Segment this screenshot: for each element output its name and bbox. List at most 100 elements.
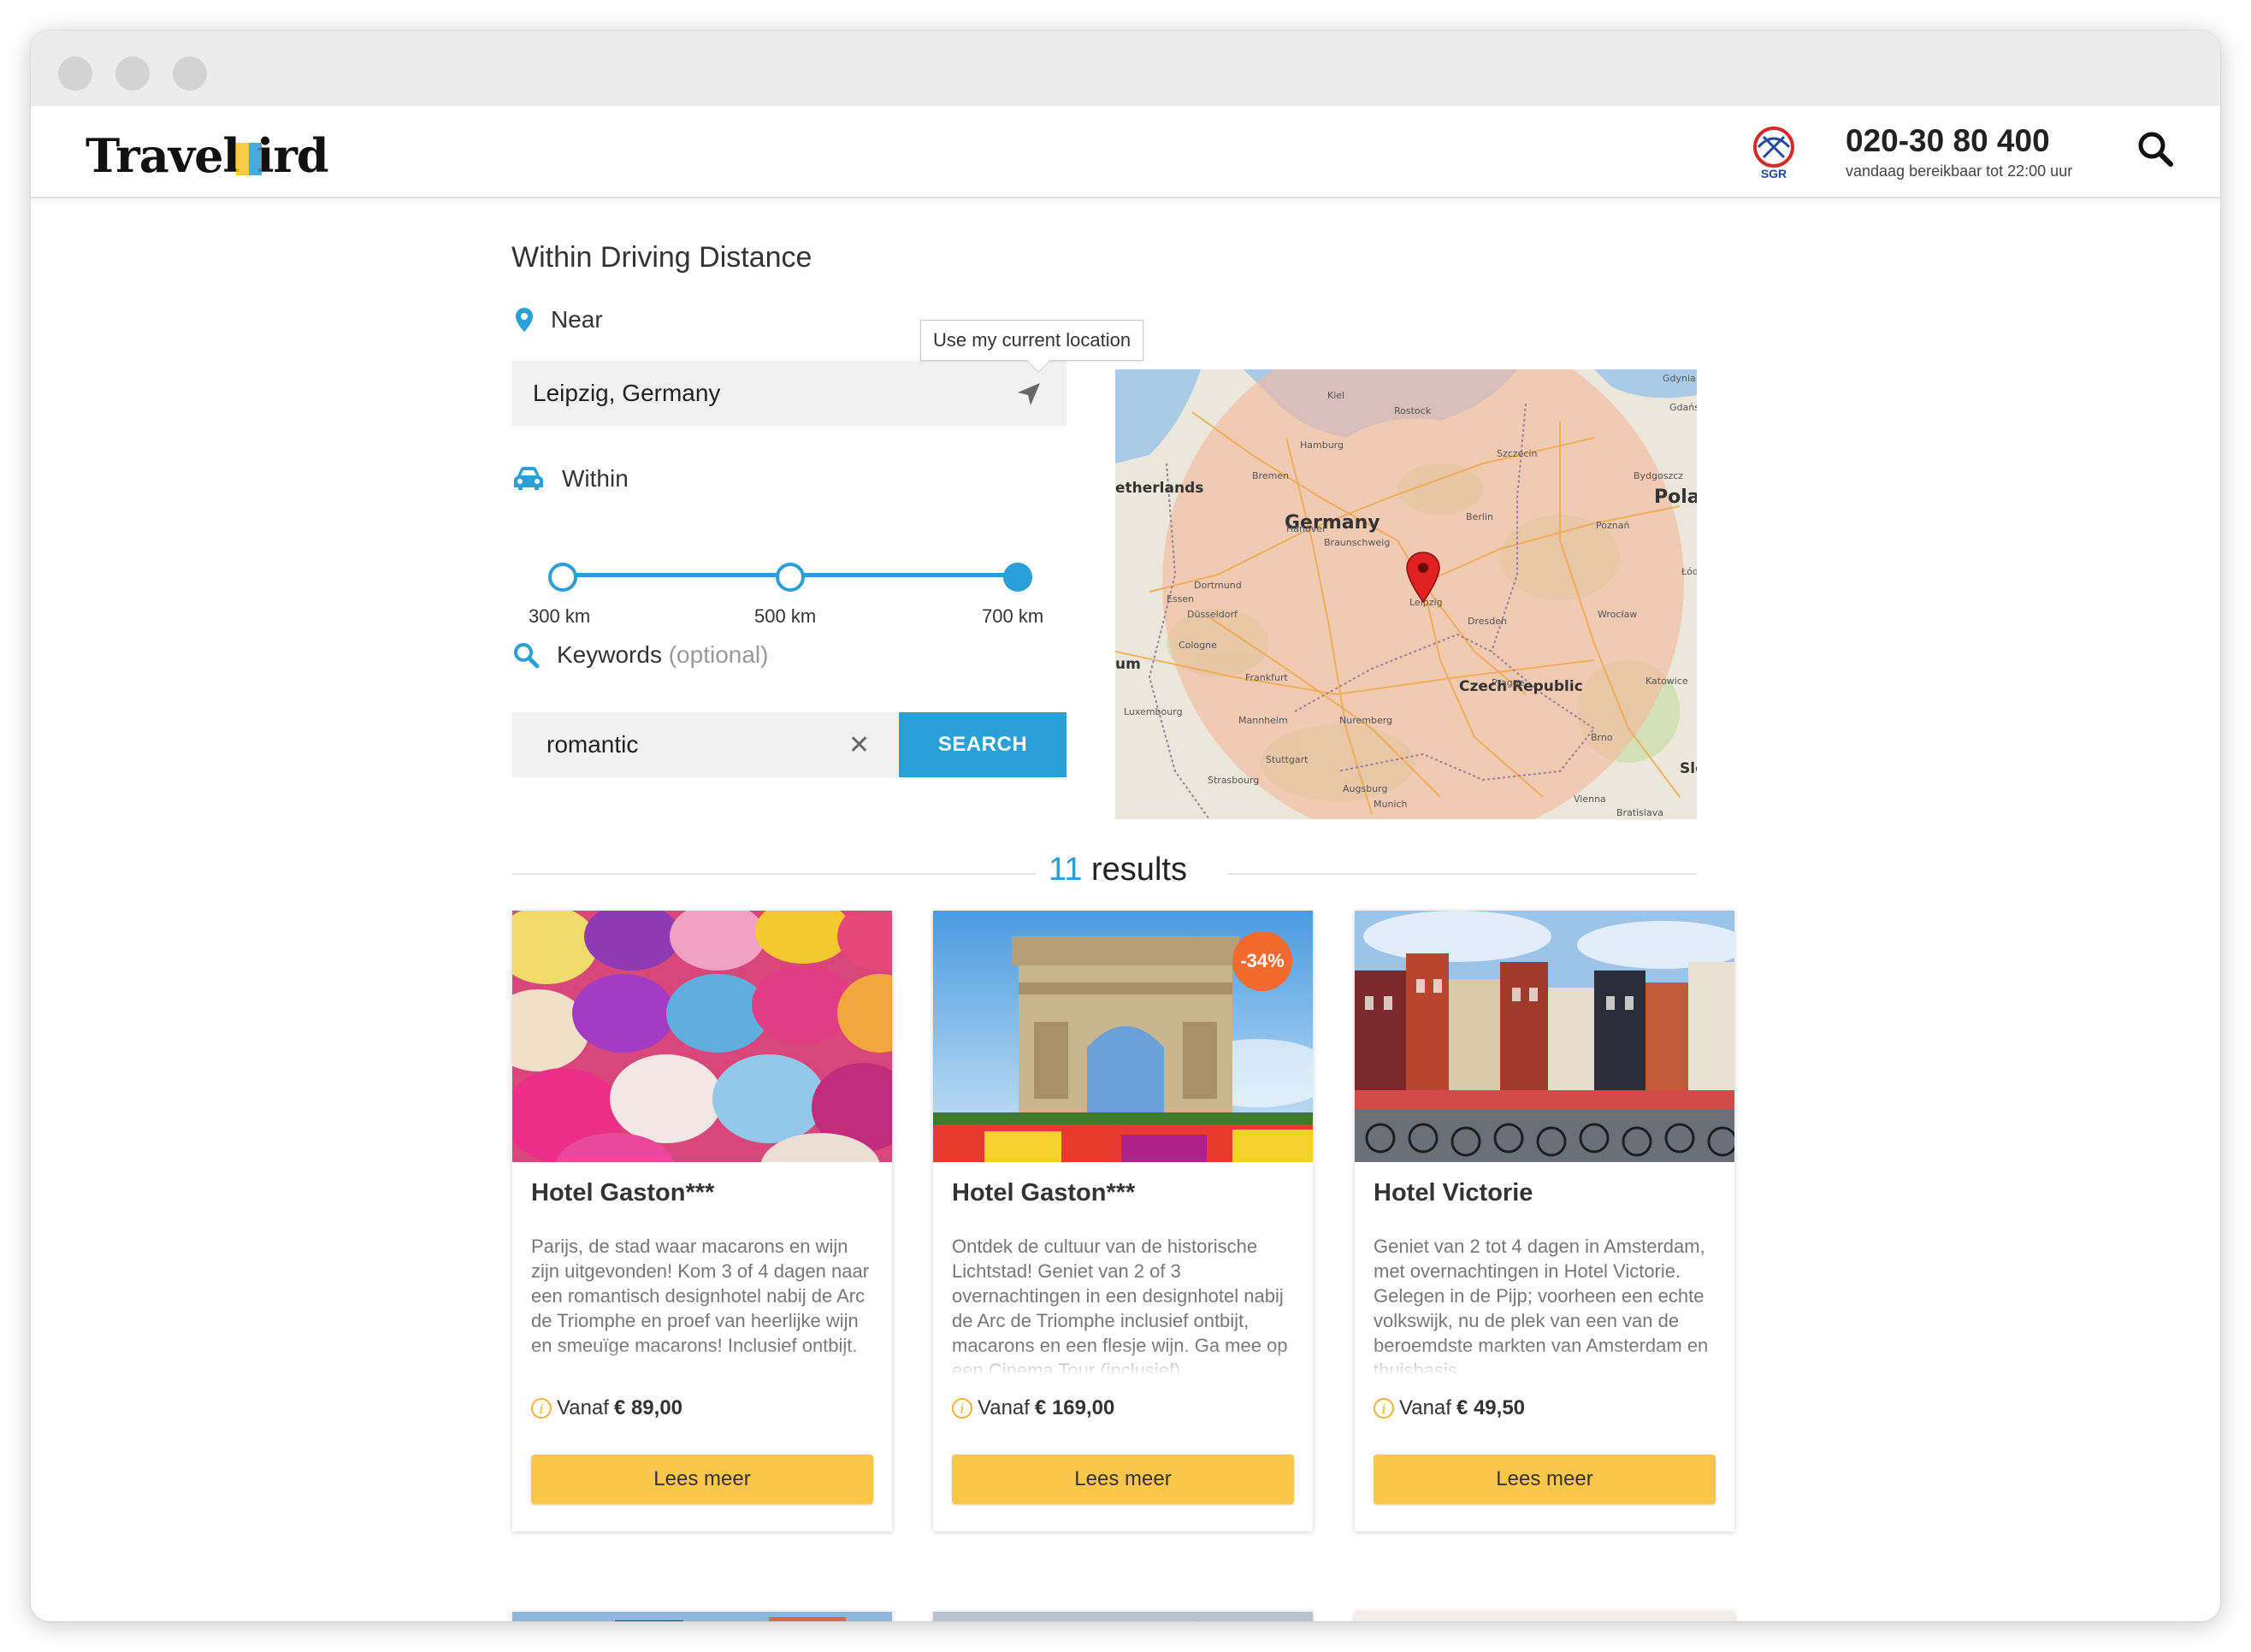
map-city: Hamburg bbox=[1300, 440, 1344, 451]
map-city: Frankfurt bbox=[1245, 672, 1288, 683]
keywords-label-row: Keywords (optional) bbox=[512, 641, 768, 669]
results-divider-right bbox=[1228, 873, 1697, 875]
near-input-value: Leipzig, Germany bbox=[533, 380, 721, 406]
sgr-logo-icon: SGR bbox=[1753, 127, 1794, 180]
map-city: Cologne bbox=[1179, 640, 1217, 651]
car-icon bbox=[514, 467, 543, 490]
deal-card[interactable]: Hotel Gaston*** Parijs, de stad waar mac… bbox=[512, 911, 892, 1531]
map-city: Bremen bbox=[1252, 470, 1289, 481]
map-label-netherlands: etherlands bbox=[1115, 480, 1203, 497]
map-city: Dresden bbox=[1468, 616, 1507, 627]
search-icon[interactable] bbox=[2135, 128, 2176, 169]
deal-title[interactable]: Hotel Gaston*** bbox=[952, 1179, 1135, 1207]
map-city: Vienna bbox=[1574, 794, 1606, 805]
map-city: Strasbourg bbox=[1208, 775, 1259, 786]
deal-title[interactable]: Hotel Gaston*** bbox=[531, 1179, 714, 1207]
near-input[interactable]: Leipzig, Germany bbox=[512, 361, 1066, 426]
window-close-button[interactable] bbox=[58, 56, 92, 91]
map-city: Wrocław bbox=[1598, 609, 1637, 620]
phone-block: 020-30 80 400 vandaag bereikbaar tot 22:… bbox=[1846, 123, 2072, 180]
discount-badge: -34% bbox=[1232, 931, 1292, 991]
deal-title[interactable]: Hotel Victorie bbox=[1374, 1179, 1533, 1207]
map-label-poland: Poland bbox=[1654, 487, 1697, 508]
map-city: Brno bbox=[1591, 732, 1613, 743]
map-city: Katowice bbox=[1645, 676, 1688, 687]
map-city: Prague bbox=[1492, 677, 1525, 688]
map-city: Dortmund bbox=[1194, 580, 1242, 591]
location-pin-icon bbox=[516, 308, 533, 332]
browser-window: Travel ird SGR 020-30 80 400 vandaag bere… bbox=[31, 31, 2220, 1621]
main-content: Within Driving Distance Near Leipzig, Ge… bbox=[31, 197, 2220, 1621]
deal-card-partial[interactable] bbox=[512, 1612, 892, 1621]
read-more-button[interactable]: Lees meer bbox=[1374, 1454, 1716, 1504]
map-city: Munich bbox=[1374, 799, 1408, 810]
deal-price: i Vanaf € 169,00 bbox=[952, 1396, 1114, 1420]
deal-card[interactable]: Hotel Victorie Geniet van 2 tot 4 dagen … bbox=[1355, 911, 1734, 1531]
map-city: Essen bbox=[1167, 593, 1194, 605]
map-city: Gdańsk bbox=[1669, 402, 1697, 413]
slider-label-700: 700 km bbox=[982, 605, 1044, 627]
slider-label-300: 300 km bbox=[529, 605, 591, 627]
window-minimize-button[interactable] bbox=[115, 56, 150, 91]
map-city: Augsburg bbox=[1343, 783, 1387, 794]
deal-card-partial[interactable] bbox=[1355, 1612, 1734, 1621]
map-city: Rostock bbox=[1394, 405, 1432, 416]
page-title: Within Driving Distance bbox=[511, 241, 812, 274]
map-city: Düsseldorf bbox=[1187, 609, 1238, 620]
near-label: Near bbox=[551, 306, 603, 333]
map-city: Mannheim bbox=[1238, 715, 1288, 726]
map-city: Berlin bbox=[1466, 511, 1493, 522]
map-label-belgium: um bbox=[1115, 656, 1141, 673]
map-city: Łódź bbox=[1681, 566, 1697, 577]
travelbird-logo[interactable]: Travel ird bbox=[86, 128, 329, 183]
map-city: Hanover bbox=[1286, 523, 1326, 534]
info-icon[interactable]: i bbox=[1374, 1398, 1394, 1419]
phone-number[interactable]: 020-30 80 400 bbox=[1846, 123, 2072, 159]
deal-image-macarons[interactable] bbox=[512, 911, 892, 1162]
map-city: Poznań bbox=[1596, 520, 1629, 531]
browser-titlebar bbox=[31, 31, 2220, 106]
results-count: 11 results bbox=[1049, 852, 1187, 888]
deal-image-arc-de-triomphe[interactable]: -34% bbox=[933, 911, 1313, 1162]
slider-stop-700[interactable] bbox=[1003, 563, 1032, 592]
slider-stop-300[interactable] bbox=[548, 563, 577, 592]
map-city: Nuremberg bbox=[1339, 715, 1392, 726]
keywords-input[interactable]: romantic bbox=[512, 712, 899, 777]
deal-price: i Vanaf € 49,50 bbox=[1374, 1396, 1525, 1420]
deal-image-amsterdam[interactable] bbox=[1355, 911, 1734, 1162]
map-canvas[interactable]: Germany Poland Czech Republic etherlands… bbox=[1115, 369, 1697, 819]
info-icon[interactable]: i bbox=[531, 1398, 552, 1419]
map-city: Kiel bbox=[1327, 390, 1344, 401]
deal-card-partial[interactable] bbox=[933, 1612, 1313, 1621]
map-city: Bydgoszcz bbox=[1634, 470, 1683, 481]
slider-stop-500[interactable] bbox=[776, 563, 805, 592]
current-location-tooltip: Use my current location bbox=[920, 320, 1144, 361]
within-label: Within bbox=[562, 465, 629, 492]
results-divider-left bbox=[512, 873, 1036, 875]
map-city: Stuttgart bbox=[1266, 754, 1309, 765]
map-city: Braunschweig bbox=[1324, 537, 1390, 548]
map[interactable]: Germany Poland Czech Republic etherlands… bbox=[1115, 369, 1697, 819]
results-label: results bbox=[1091, 852, 1187, 888]
svg-text:SGR: SGR bbox=[1761, 167, 1787, 180]
near-label-row: Near bbox=[515, 306, 603, 333]
map-city: Luxembourg bbox=[1124, 706, 1183, 717]
read-more-button[interactable]: Lees meer bbox=[531, 1454, 873, 1504]
deal-price: i Vanaf € 89,00 bbox=[531, 1396, 682, 1420]
current-location-icon[interactable] bbox=[1016, 381, 1042, 407]
clear-keywords-icon[interactable]: ✕ bbox=[848, 730, 870, 760]
results-number: 11 bbox=[1049, 852, 1083, 888]
slider-label-500: 500 km bbox=[754, 605, 817, 627]
keywords-label: Keywords (optional) bbox=[557, 641, 769, 668]
info-icon[interactable]: i bbox=[952, 1398, 972, 1419]
window-maximize-button[interactable] bbox=[173, 56, 207, 91]
map-label-slovakia: Slovak bbox=[1680, 760, 1697, 777]
map-city: Gdynia bbox=[1663, 373, 1696, 384]
map-city: Bratislava bbox=[1616, 807, 1663, 818]
read-more-button[interactable]: Lees meer bbox=[952, 1454, 1294, 1504]
within-label-row: Within bbox=[512, 465, 629, 493]
deal-card[interactable]: -34% Hotel Gaston*** Ontdek de cultuur v… bbox=[933, 911, 1313, 1531]
search-button[interactable]: SEARCH bbox=[899, 712, 1066, 777]
phone-availability: vandaag bereikbaar tot 22:00 uur bbox=[1846, 162, 2073, 180]
site-header: Travel ird SGR 020-30 80 400 vandaag bere… bbox=[31, 106, 2220, 198]
